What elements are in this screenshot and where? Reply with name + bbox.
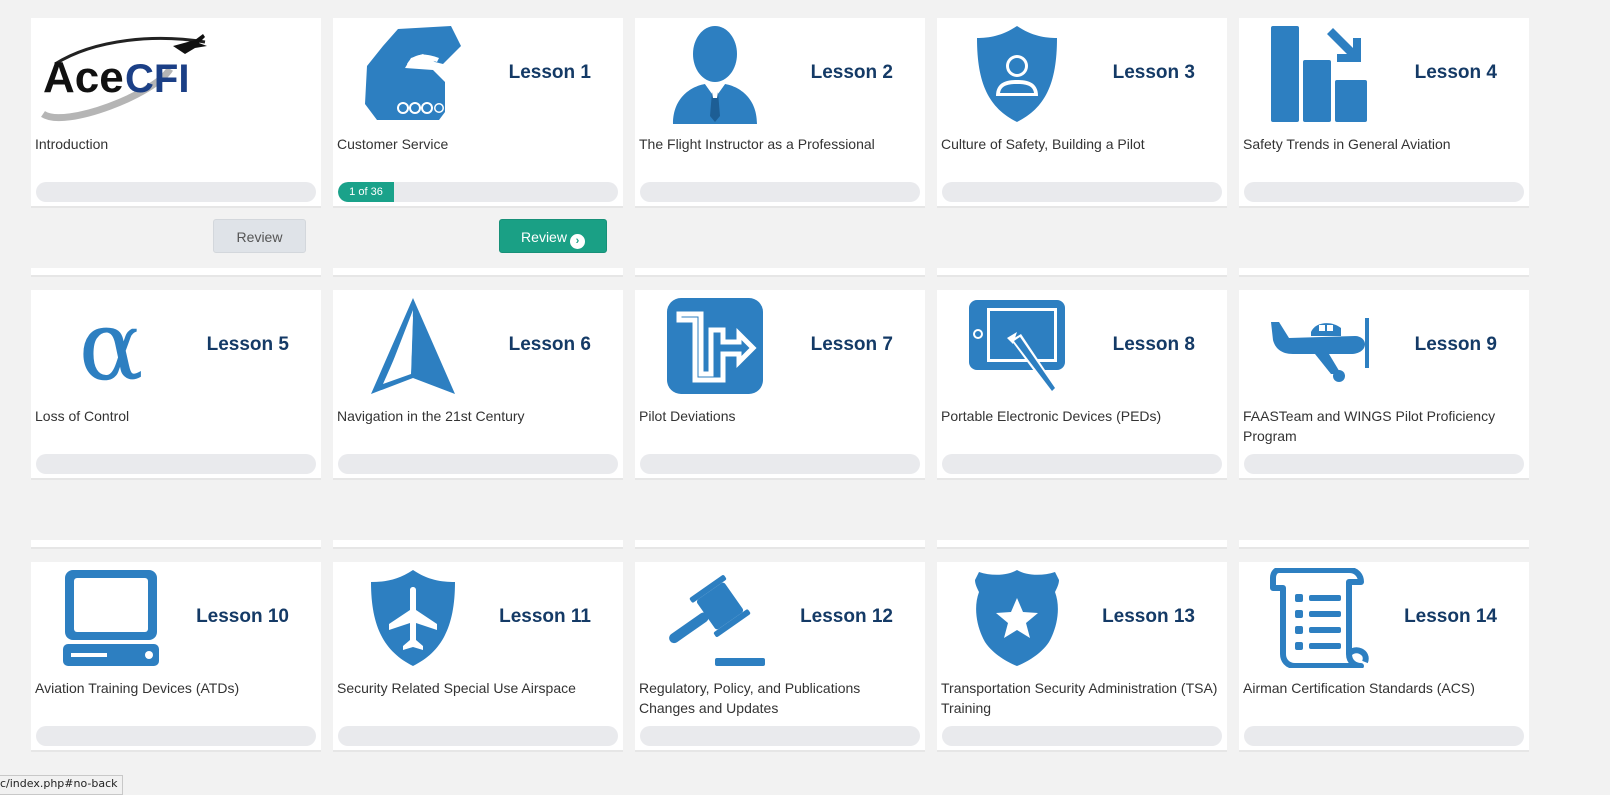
lesson-card-4[interactable]: Lesson 4 Safety Trends in General Aviati… — [1239, 18, 1529, 208]
card-divider — [333, 268, 623, 277]
navigation-arrow-icon — [361, 294, 465, 398]
airplane-shield-icon — [361, 566, 465, 670]
lesson-card-11[interactable]: Lesson 11 Security Related Special Use A… — [333, 562, 623, 752]
lesson-label: Lesson 2 — [810, 62, 893, 83]
progress-bar — [640, 726, 920, 746]
lesson-title: Aviation Training Devices (ATDs) — [35, 680, 240, 696]
lesson-label: Lesson 13 — [1102, 606, 1195, 627]
lesson-card-12[interactable]: Lesson 12 Regulatory, Policy, and Public… — [635, 562, 925, 752]
card-divider — [333, 540, 623, 549]
review-label: Review — [521, 229, 567, 245]
chevron-circle-right-icon: › — [569, 234, 585, 249]
deviation-path-icon — [663, 294, 767, 398]
businessman-icon — [663, 22, 767, 126]
card-divider — [1239, 268, 1529, 277]
lesson-title: Airman Certification Standards (ACS) — [1243, 680, 1475, 696]
police-badge-icon — [965, 566, 1069, 670]
lesson-card-7[interactable]: Lesson 7 Pilot Deviations — [635, 290, 925, 480]
lesson-title: Navigation in the 21st Century — [337, 408, 525, 424]
scroll-list-icon — [1267, 566, 1371, 670]
lesson-label: Lesson 3 — [1112, 62, 1195, 83]
lesson-card-2[interactable]: Lesson 2 The Flight Instructor as a Prof… — [635, 18, 925, 208]
lesson-title: Security Related Special Use Airspace — [337, 680, 576, 696]
progress-bar — [1244, 726, 1524, 746]
lesson-card-14[interactable]: Lesson 14 Airman Certification Standards… — [1239, 562, 1529, 752]
lesson-title: Regulatory, Policy, and Publications Cha… — [639, 680, 861, 716]
lesson-title: Introduction — [35, 136, 109, 152]
lesson-card-6[interactable]: Lesson 6 Navigation in the 21st Century — [333, 290, 623, 480]
lesson-label: Lesson 7 — [810, 334, 893, 355]
lesson-card-5[interactable]: α Lesson 5 Loss of Control — [31, 290, 321, 480]
lesson-title: Safety Trends in General Aviation — [1243, 136, 1451, 152]
lesson1-review-button[interactable]: Review › — [499, 219, 607, 253]
alpha-glyph: α — [78, 290, 144, 402]
lesson-label: Lesson 6 — [508, 334, 591, 355]
card-divider — [635, 268, 925, 277]
handshake-icon — [361, 22, 465, 126]
lesson-label: Lesson 4 — [1414, 62, 1497, 83]
card-divider — [31, 540, 321, 549]
lesson-label: Lesson 10 — [196, 606, 289, 627]
progress-bar — [1244, 454, 1524, 474]
browser-status-url: c/index.php#no-back — [0, 775, 123, 795]
progress-bar — [942, 726, 1222, 746]
lesson-card-1[interactable]: Lesson 1 Customer Service 1 of 36 — [333, 18, 623, 208]
airplane-side-icon — [1267, 294, 1371, 398]
lesson-label: Lesson 1 — [508, 62, 591, 83]
lesson-card-3[interactable]: Lesson 3 Culture of Safety, Building a P… — [937, 18, 1227, 208]
lesson-card-intro[interactable]: Ace CFI Introduction — [31, 18, 321, 208]
lesson-title: Customer Service — [337, 136, 449, 152]
lesson-card-13[interactable]: Lesson 13 Transportation Security Admini… — [937, 562, 1227, 752]
tablet-stylus-icon — [965, 294, 1069, 398]
progress-bar — [942, 182, 1222, 202]
lesson-title: FAASTeam and WINGS Pilot Proficiency Pro… — [1243, 408, 1496, 444]
lesson-title: Transportation Security Administration (… — [941, 680, 1218, 716]
acecfi-logo: Ace CFI — [35, 22, 210, 126]
lesson-card-8[interactable]: Lesson 8 Portable Electronic Devices (PE… — [937, 290, 1227, 480]
progress-bar — [640, 454, 920, 474]
computer-icon — [59, 566, 163, 670]
logo-text-cfi: CFI — [125, 57, 189, 101]
progress-bar — [338, 726, 618, 746]
lesson-label: Lesson 11 — [499, 606, 591, 627]
bar-chart-down-icon — [1267, 22, 1371, 126]
card-divider — [937, 268, 1227, 277]
progress-bar: 1 of 36 — [338, 182, 618, 202]
lesson-title: Pilot Deviations — [639, 408, 736, 424]
lesson-title: Portable Electronic Devices (PEDs) — [941, 408, 1162, 424]
lesson-label: Lesson 8 — [1112, 334, 1195, 355]
user-shield-icon — [965, 22, 1069, 126]
alpha-icon: α — [59, 294, 163, 398]
card-divider — [31, 268, 321, 277]
logo-text-ace: Ace — [43, 53, 124, 102]
progress-bar — [36, 726, 316, 746]
card-divider — [1239, 540, 1529, 549]
progress-bar — [1244, 182, 1524, 202]
lesson-card-10[interactable]: Lesson 10 Aviation Training Devices (ATD… — [31, 562, 321, 752]
gavel-icon — [663, 566, 767, 670]
lesson-title: Loss of Control — [35, 408, 130, 424]
lesson-label: Lesson 9 — [1414, 334, 1497, 355]
lesson-card-9[interactable]: Lesson 9 FAASTeam and WINGS Pilot Profic… — [1239, 290, 1529, 480]
progress-bar — [640, 182, 920, 202]
progress-bar — [942, 454, 1222, 474]
intro-review-button[interactable]: Review — [213, 219, 306, 253]
progress-bar — [338, 454, 618, 474]
lesson-label: Lesson 5 — [206, 334, 289, 355]
lesson-label: Lesson 14 — [1404, 606, 1497, 627]
card-divider — [635, 540, 925, 549]
lesson-label: Lesson 12 — [800, 606, 893, 627]
lesson-title: Culture of Safety, Building a Pilot — [941, 136, 1145, 152]
progress-fill: 1 of 36 — [338, 182, 394, 202]
progress-bar — [36, 454, 316, 474]
card-divider — [937, 540, 1227, 549]
progress-bar — [36, 182, 316, 202]
lesson-title: The Flight Instructor as a Professional — [639, 136, 875, 152]
